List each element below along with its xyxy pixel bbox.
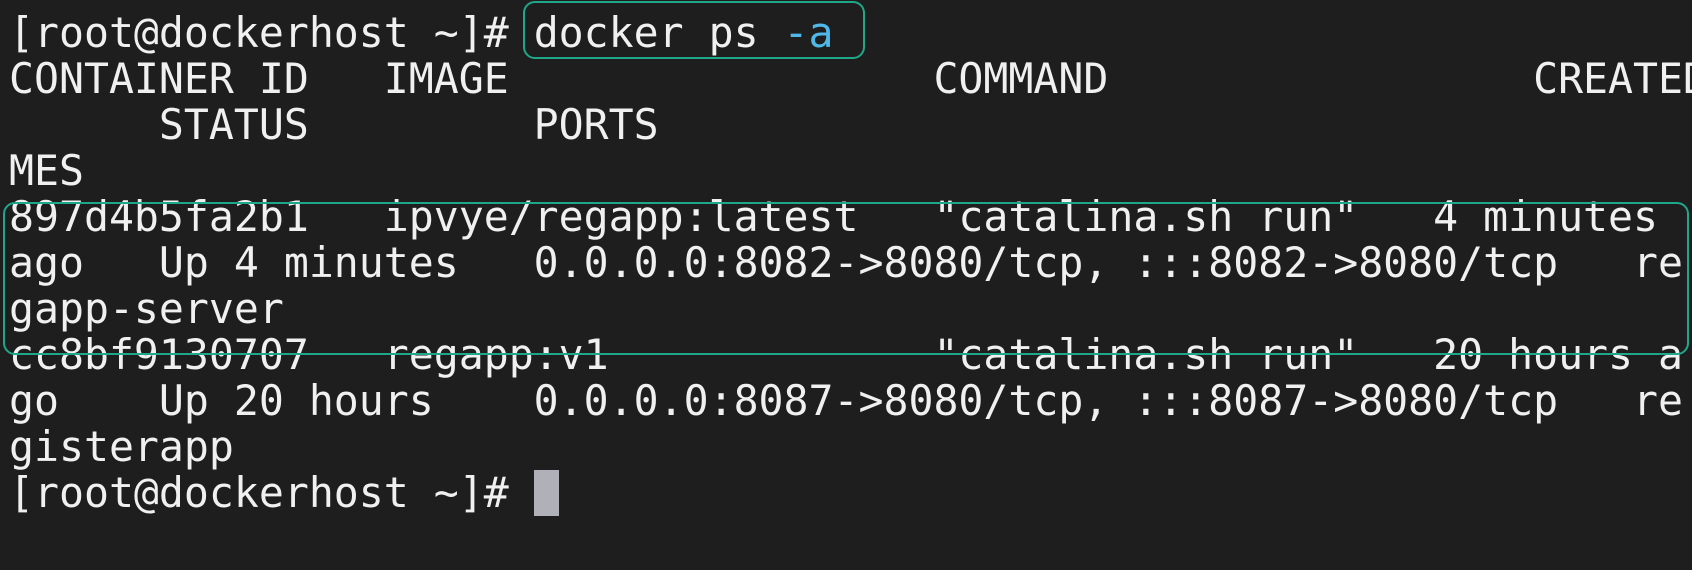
command-text: docker ps	[533, 8, 784, 57]
table-header-line: CONTAINER ID IMAGE COMMAND CREATED	[9, 54, 1692, 103]
shell-prompt: [root@dockerhost ~]#	[9, 468, 534, 517]
shell-prompt: [root@dockerhost ~]#	[9, 8, 534, 57]
command-flag: -a	[783, 8, 834, 57]
container-row-line: gisterapp	[9, 422, 234, 471]
container-row-line: gapp-server	[9, 284, 284, 333]
table-header-line: STATUS PORTS NA	[9, 100, 1692, 149]
text-cursor	[533, 470, 559, 516]
container-row-line: go Up 20 hours 0.0.0.0:8087->8080/tcp, :…	[9, 376, 1684, 425]
prompt-line[interactable]: [root@dockerhost ~]#	[9, 468, 559, 517]
terminal-window[interactable]: [root@dockerhost ~]# docker ps -a CONTAI…	[0, 0, 1692, 570]
container-row-line: 897d4b5fa2b1 ipvye/regapp:latest "catali…	[9, 192, 1659, 241]
table-header-line: MES	[9, 146, 84, 195]
container-row-line: ago Up 4 minutes 0.0.0.0:8082->8080/tcp,…	[9, 238, 1684, 287]
container-row-line: cc8bf9130707 regapp:v1 "catalina.sh run"…	[9, 330, 1684, 379]
command-line: [root@dockerhost ~]# docker ps -a	[9, 8, 834, 57]
